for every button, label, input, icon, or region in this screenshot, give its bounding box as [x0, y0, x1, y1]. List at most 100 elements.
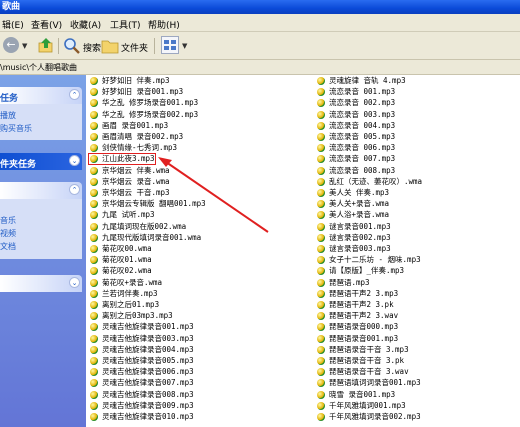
details-panel-header[interactable]: ⌄ — [0, 275, 82, 292]
audio-file-icon — [90, 133, 98, 141]
title-bar: 歌曲 — [0, 0, 520, 14]
file-name: 女子十二乐坊 - 烟味.mp3 — [329, 255, 421, 265]
file-name: 琵琶语录音001.mp3 — [329, 333, 399, 343]
audio-file-icon — [317, 357, 325, 365]
file-name: 流恋录音 002.mp3 — [329, 98, 396, 108]
audio-file-icon — [90, 379, 98, 388]
menu-tools[interactable]: 工具(T) — [110, 18, 141, 31]
file-name: 灵魂吉他旋律录音010.mp3 — [102, 412, 194, 421]
task-pane: 任务 ⌃ 播放 购买音乐 件夹任务 ⌄ ⌃ 音乐 视频 文档 ⌄ — [0, 75, 86, 427]
menu-help[interactable]: 帮助(H) — [148, 18, 180, 31]
back-arrow-icon[interactable]: ← — [3, 37, 19, 53]
audio-file-icon — [90, 245, 98, 253]
file-name: 美人关+录音.wma — [329, 199, 390, 209]
file-name: 剑侠情缘-七秀词.mp3 — [102, 143, 178, 153]
file-name: 灵魂吉他旋律录音001.mp3 — [102, 322, 194, 332]
audio-file-icon — [317, 413, 325, 421]
search-button[interactable]: 搜索 — [63, 37, 101, 55]
file-name: 美人浴+录音.wma — [329, 210, 390, 220]
audio-file-icon — [317, 379, 325, 388]
audio-file-icon — [317, 256, 325, 265]
address-path[interactable]: \music\个人翻唱歌曲 — [0, 62, 77, 73]
chevron-down-icon[interactable]: ▼ — [182, 42, 187, 50]
audio-file-icon — [317, 222, 325, 231]
folder-tasks-panel-header[interactable]: 件夹任务 ⌄ — [0, 153, 82, 170]
file-name: 流恋录音 007.mp3 — [329, 154, 396, 164]
place-link-music[interactable]: 音乐 — [0, 215, 16, 226]
audio-file-icon — [90, 368, 98, 377]
audio-file-icon — [90, 256, 98, 265]
audio-file-icon — [90, 323, 98, 332]
audio-file-icon — [90, 189, 98, 197]
file-name: 华之乱 修罗场录音002.mp3 — [102, 109, 199, 119]
audio-file-icon — [317, 211, 325, 220]
audio-file-icon — [317, 144, 325, 153]
file-name: 谜言录音003.mp3 — [329, 244, 391, 253]
other-places-panel-body: 音乐 视频 文档 — [0, 199, 82, 259]
file-name: 离别之后03mp3.mp3 — [102, 311, 173, 321]
address-bar[interactable]: \music\个人翻唱歌曲 — [0, 60, 520, 75]
file-name: 琵琶语干声2 3.pk — [329, 300, 394, 309]
task-link-play[interactable]: 播放 — [0, 110, 16, 121]
file-name: 流恋录音 008.mp3 — [329, 165, 396, 175]
file-name: 谜言录音001.mp3 — [329, 221, 391, 231]
chevron-down-icon[interactable]: ▼ — [22, 42, 27, 50]
file-name: 千年风雅填词001.mp3 — [329, 400, 406, 410]
file-name: 九尾现代版填词录音001.wma — [102, 232, 202, 242]
audio-file-icon — [90, 144, 98, 153]
views-button[interactable] — [161, 36, 179, 54]
expand-icon[interactable]: ⌄ — [69, 155, 80, 166]
audio-file-icon — [90, 121, 98, 130]
file-name: 京华烟云 录音.wma — [102, 176, 170, 186]
audio-file-icon — [90, 301, 98, 309]
file-name: 菊花叹+录音.wma — [102, 277, 163, 287]
file-name: 京华烟云专辑版 翻唱001.mp3 — [102, 199, 206, 209]
audio-file-icon — [90, 88, 98, 97]
folders-button[interactable]: 文件夹 — [101, 37, 148, 55]
tasks-panel-header[interactable]: 任务 ⌃ — [0, 87, 82, 104]
file-name: 请【原版】_伴奏.mp3 — [329, 266, 405, 276]
file-name: 琵琶语干声2 3.mp3 — [329, 288, 399, 298]
file-name: 菊花叹02.wma — [102, 266, 152, 276]
menu-bar: 辑(E) 查看(V) 收藏(A) 工具(T) 帮助(H) — [0, 14, 520, 32]
tasks-panel-title: 任务 — [0, 94, 19, 104]
menu-favorites[interactable]: 收藏(A) — [70, 18, 101, 31]
audio-file-icon — [317, 390, 325, 399]
file-name: 灵魂吉他旋律录音004.mp3 — [102, 344, 194, 354]
audio-file-icon — [90, 289, 98, 298]
audio-file-icon — [90, 278, 98, 287]
audio-file-icon — [317, 278, 325, 287]
file-name: 京华烟云 干音.mp3 — [102, 188, 170, 197]
audio-file-icon — [90, 233, 98, 242]
toolbar: ← ▼ 搜索 文件夹 ▼ — [0, 32, 520, 60]
window-title: 歌曲 — [2, 2, 21, 12]
other-places-panel-header[interactable]: ⌃ — [0, 182, 82, 199]
task-link-buy-music[interactable]: 购买音乐 — [0, 123, 32, 134]
folder-tasks-panel-title: 件夹任务 — [0, 160, 37, 170]
folder-icon — [101, 40, 119, 54]
audio-file-icon — [317, 200, 325, 209]
audio-file-icon — [317, 77, 325, 85]
file-name: 琵琶语录音干音 3.pk — [329, 356, 405, 365]
file-name: 灵魂吉他旋律录音003.mp3 — [102, 333, 194, 343]
file-name: 九尾 试听.mp3 — [102, 210, 155, 220]
collapse-icon[interactable]: ⌃ — [69, 184, 80, 195]
file-name: 琵琶语录音000.mp3 — [329, 322, 399, 332]
audio-file-icon — [90, 110, 98, 119]
folder-up-icon[interactable] — [38, 37, 54, 53]
folders-label: 文件夹 — [121, 44, 149, 54]
file-name: 流恋录音 003.mp3 — [329, 109, 396, 119]
audio-file-icon — [90, 200, 98, 209]
menu-view[interactable]: 查看(V) — [31, 18, 62, 31]
expand-icon[interactable]: ⌄ — [69, 277, 80, 288]
audio-file-icon — [317, 110, 325, 119]
file-name: 流恋录音 005.mp3 — [329, 132, 396, 141]
menu-edit[interactable]: 辑(E) — [2, 18, 24, 31]
audio-file-icon — [90, 211, 98, 220]
audio-file-icon — [90, 222, 98, 231]
audio-file-icon — [317, 401, 325, 410]
collapse-icon[interactable]: ⌃ — [69, 89, 80, 100]
place-link-documents[interactable]: 文档 — [0, 241, 16, 252]
file-name: 离别之后01.mp3 — [102, 300, 160, 309]
place-link-video[interactable]: 视频 — [0, 228, 16, 239]
